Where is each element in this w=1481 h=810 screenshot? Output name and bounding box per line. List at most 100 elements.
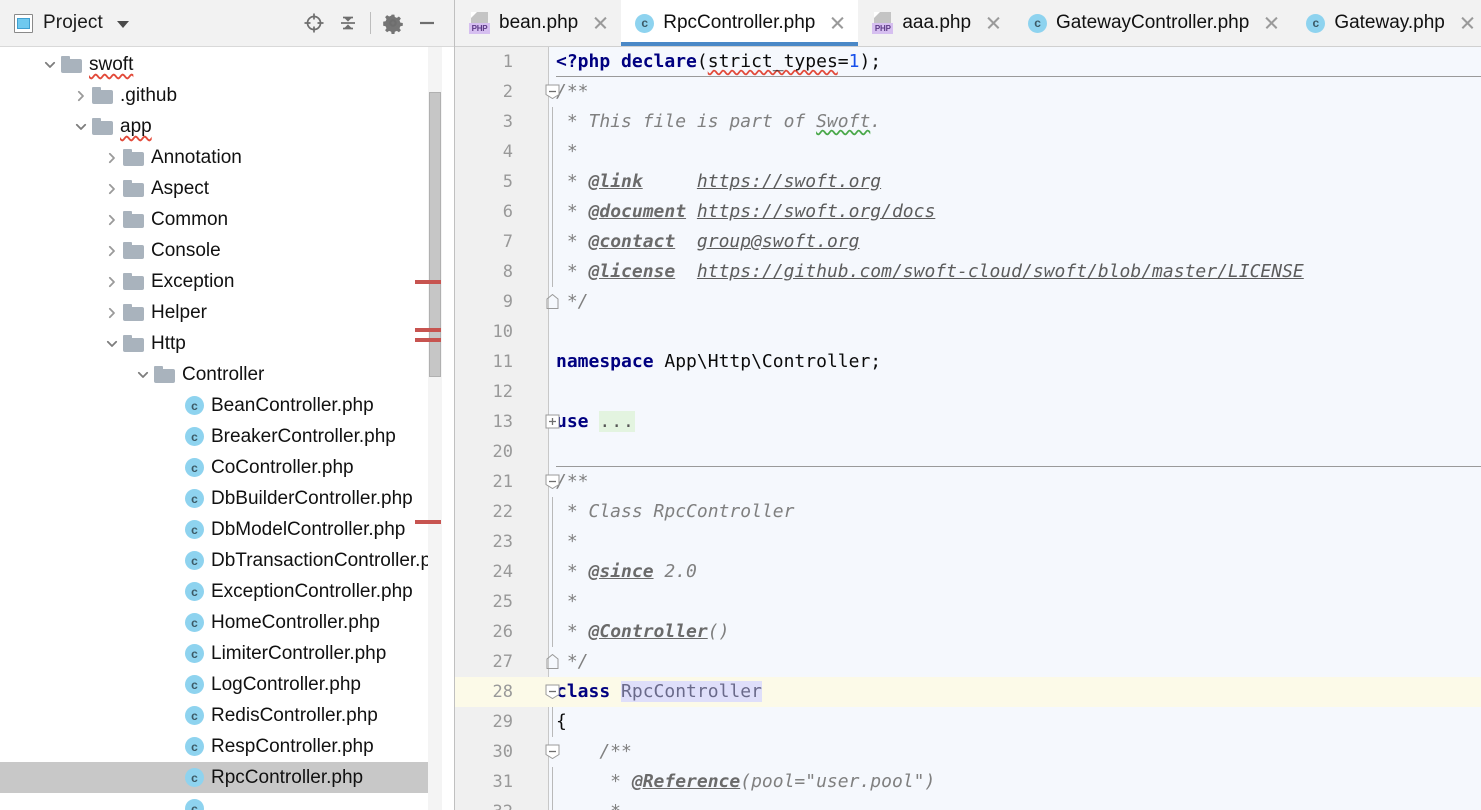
code-line[interactable]: 24 * @since 2.0 (455, 557, 1481, 587)
tree-folder-row[interactable]: Exception (0, 266, 454, 297)
code-line[interactable]: 10 (455, 317, 1481, 347)
line-number: 11 (492, 352, 513, 372)
fold-end-icon[interactable] (545, 293, 560, 309)
editor-tab[interactable]: PHP aaa.php (858, 0, 1014, 46)
tree-item-label: ExceptionController.php (211, 581, 413, 602)
fold-region-line (551, 167, 553, 197)
minimize-icon[interactable] (410, 6, 444, 40)
tree-file-row[interactable]: c ExceptionController.php (0, 576, 454, 607)
tree-file-row[interactable]: c BeanController.php (0, 390, 454, 421)
collapse-all-icon[interactable] (331, 6, 365, 40)
code-line[interactable]: 30 /** (455, 737, 1481, 767)
close-icon[interactable] (828, 14, 846, 32)
tree-folder-row[interactable]: Aspect (0, 173, 454, 204)
tree-folder-row[interactable]: swoft (0, 49, 454, 80)
editor-tab[interactable]: PHP bean.php (455, 0, 621, 46)
code-line[interactable]: 11 namespace App\Http\Controller; (455, 347, 1481, 377)
code-line[interactable]: 23 * (455, 527, 1481, 557)
code-line[interactable]: 13 use ... (455, 407, 1481, 437)
error-stripe-mark[interactable] (415, 520, 441, 524)
tree-file-row[interactable]: c BreakerController.php (0, 421, 454, 452)
tree-folder-row[interactable]: Controller (0, 359, 454, 390)
tree-file-row[interactable]: c DbTransactionController.php (0, 545, 454, 576)
tree-folder-row[interactable]: Common (0, 204, 454, 235)
chevron-right-icon[interactable] (101, 142, 123, 173)
fold-end-icon[interactable] (545, 653, 560, 669)
tree-file-row[interactable]: c RpcController.php (0, 762, 454, 793)
code-line[interactable]: 9 */ (455, 287, 1481, 317)
fold-collapse-icon[interactable] (545, 744, 560, 760)
tree-file-row[interactable]: c LogController.php (0, 669, 454, 700)
chevron-right-icon[interactable] (70, 80, 92, 111)
code-line[interactable]: 21 /** (455, 467, 1481, 497)
gear-icon[interactable] (376, 6, 410, 40)
code-line[interactable]: 22 * Class RpcController (455, 497, 1481, 527)
tree-file-row[interactable]: c (0, 793, 454, 810)
code-line[interactable]: 32 * (455, 797, 1481, 810)
code-text: * (556, 591, 578, 612)
chevron-right-icon[interactable] (101, 297, 123, 328)
tree-file-row[interactable]: c HomeController.php (0, 607, 454, 638)
chevron-right-icon[interactable] (101, 235, 123, 266)
tree-folder-row[interactable]: Http (0, 328, 454, 359)
code-editor[interactable]: 1 <?php declare(strict_types=1); 2 /** 3 * T… (455, 47, 1481, 810)
chevron-down-icon[interactable] (116, 21, 129, 28)
fold-collapse-icon[interactable] (545, 84, 560, 100)
code-line[interactable]: 31 * @Reference(pool="user.pool") (455, 767, 1481, 797)
code-line[interactable]: 25 * (455, 587, 1481, 617)
code-line[interactable]: 4 * (455, 137, 1481, 167)
code-text: */ (556, 651, 589, 672)
close-icon[interactable] (1458, 14, 1476, 32)
code-line[interactable]: 8 * @license https://github.com/swoft-cl… (455, 257, 1481, 287)
error-stripe-mark[interactable] (415, 328, 441, 332)
tree-file-row[interactable]: c RespController.php (0, 731, 454, 762)
error-stripe-mark[interactable] (415, 280, 441, 284)
code-line[interactable]: 27 */ (455, 647, 1481, 677)
editor-tab[interactable]: c GatewayController.php (1014, 0, 1292, 46)
tree-file-row[interactable]: c DbModelController.php (0, 514, 454, 545)
code-line[interactable]: 1 <?php declare(strict_types=1); (455, 47, 1481, 77)
locate-target-icon[interactable] (297, 6, 331, 40)
chevron-right-icon[interactable] (101, 173, 123, 204)
close-icon[interactable] (1262, 14, 1280, 32)
close-icon[interactable] (984, 14, 1002, 32)
code-line[interactable]: 3 * This file is part of Swoft. (455, 107, 1481, 137)
tree-file-row[interactable]: c DbBuilderController.php (0, 483, 454, 514)
tree-file-row[interactable]: c RedisController.php (0, 700, 454, 731)
code-line[interactable]: 7 * @contact group@swoft.org (455, 227, 1481, 257)
project-tree-scrollbar-thumb[interactable] (429, 92, 441, 377)
chevron-down-icon[interactable] (132, 359, 154, 390)
tree-folder-row[interactable]: .github (0, 80, 454, 111)
close-icon[interactable] (591, 14, 609, 32)
tree-folder-row[interactable]: Console (0, 235, 454, 266)
code-line[interactable]: 29 { (455, 707, 1481, 737)
chevron-down-icon[interactable] (101, 328, 123, 359)
code-line[interactable]: 20 (455, 437, 1481, 467)
chevron-down-icon[interactable] (39, 49, 61, 80)
tree-folder-row[interactable]: app (0, 111, 454, 142)
project-panel-title-group[interactable]: Project (14, 12, 129, 34)
chevron-right-icon[interactable] (101, 204, 123, 235)
code-line[interactable]: 26 * @Controller() (455, 617, 1481, 647)
fold-collapse-icon[interactable] (545, 474, 560, 490)
fold-collapse-icon[interactable] (545, 684, 560, 700)
editor-tab[interactable]: c Gateway.php (1292, 0, 1481, 46)
tree-folder-row[interactable]: Helper (0, 297, 454, 328)
tree-item-label: RedisController.php (211, 705, 378, 726)
fold-expand-icon[interactable] (545, 414, 560, 429)
tree-file-row[interactable]: c LimiterController.php (0, 638, 454, 669)
code-line[interactable]: 12 (455, 377, 1481, 407)
chevron-down-icon[interactable] (70, 111, 92, 142)
tree-file-row[interactable]: c CoController.php (0, 452, 454, 483)
tree-folder-row[interactable]: Annotation (0, 142, 454, 173)
project-tree-scrollbar-track[interactable] (428, 47, 442, 810)
error-stripe-mark[interactable] (415, 338, 441, 342)
chevron-right-icon[interactable] (101, 266, 123, 297)
code-line[interactable]: 5 * @link https://swoft.org (455, 167, 1481, 197)
code-line-current[interactable]: 28 class RpcController (455, 677, 1481, 707)
code-line[interactable]: 2 /** (455, 77, 1481, 107)
editor-tab[interactable]: c RpcController.php (621, 0, 859, 46)
project-tree[interactable]: swoft .github app Annotation Aspect Common Con… (0, 47, 454, 810)
code-line[interactable]: 6 * @document https://swoft.org/docs (455, 197, 1481, 227)
